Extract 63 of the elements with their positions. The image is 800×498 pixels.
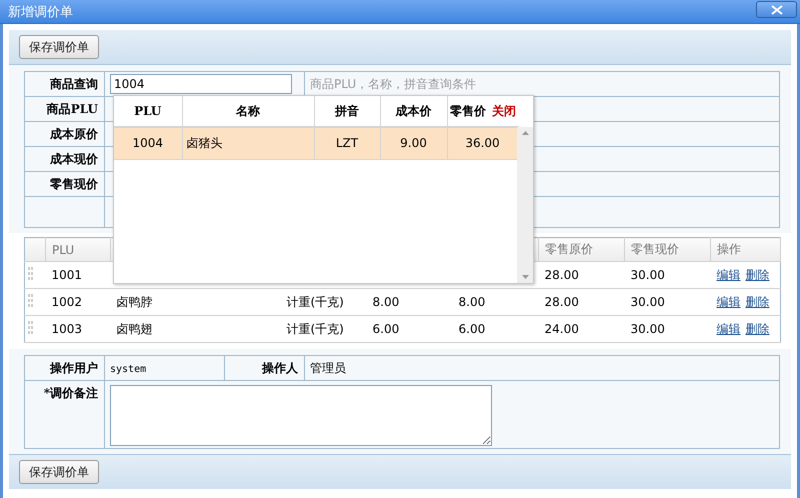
save-button[interactable]: 保存调价单 <box>19 35 99 59</box>
field-label: 操作用户 <box>24 356 104 380</box>
table-cell: 6.00 <box>458 322 486 336</box>
table-cell: 30.00 <box>630 268 665 282</box>
window-title: 新增调价单 <box>8 4 73 20</box>
table-cell: 8.00 <box>372 295 400 309</box>
row-action-link[interactable]: 编辑 <box>716 322 740 336</box>
field-value: 管理员 <box>310 360 346 374</box>
close-icon <box>770 4 782 14</box>
column-header: 名称 <box>236 104 260 118</box>
column-header: 零售原价 <box>545 242 593 256</box>
table-cell: 30.00 <box>630 322 665 336</box>
close-button[interactable] <box>756 1 797 18</box>
table-cell: 卤鸭脖 <box>116 294 152 308</box>
drag-handle-icon[interactable] <box>28 294 34 308</box>
table-cell: 36.00 <box>465 136 500 150</box>
row-action-link[interactable]: 删除 <box>746 322 770 336</box>
field-value: system <box>110 364 146 375</box>
search-field[interactable]: 1004 <box>110 74 292 94</box>
table-cell: 8.00 <box>458 295 486 309</box>
scrollbar[interactable] <box>517 127 533 283</box>
column-header: PLU <box>134 104 162 118</box>
note-field[interactable] <box>110 385 492 446</box>
table-cell: 计重(千克) <box>286 294 344 308</box>
column-header: 零售现价 <box>631 242 679 256</box>
table-cell: 28.00 <box>544 295 579 309</box>
table-cell: 24.00 <box>544 322 579 336</box>
table-cell: 1002 <box>52 295 82 309</box>
field-label: 操作人 <box>224 356 304 380</box>
table-cell: LZT <box>336 136 358 150</box>
row-action-link[interactable]: 编辑 <box>716 294 740 308</box>
table-cell: 30.00 <box>630 295 665 309</box>
field-label: 商品查询 <box>24 72 104 96</box>
scroll-down-icon[interactable] <box>522 275 528 279</box>
field-label: 零售现价 <box>24 172 104 196</box>
field-label: 成本原价 <box>24 122 104 146</box>
table-cell: 9.00 <box>400 136 427 150</box>
save-button[interactable]: 保存调价单 <box>19 460 99 484</box>
result-row[interactable]: 1004 卤猪头 LZT 9.00 36.00 <box>114 127 518 159</box>
drag-handle-icon[interactable] <box>28 320 34 334</box>
row-action-link[interactable]: 删除 <box>746 268 770 282</box>
table-cell: 卤猪头 <box>186 136 222 150</box>
table-cell: 6.00 <box>372 322 400 336</box>
table-cell: 28.00 <box>544 268 579 282</box>
row-action-link[interactable]: 编辑 <box>716 268 740 282</box>
column-header: 成本价 <box>396 104 432 118</box>
table-cell: 1003 <box>52 322 82 336</box>
table-cell: 计重(千克) <box>286 322 344 336</box>
field-label: 商品PLU <box>24 96 104 122</box>
scroll-up-icon[interactable] <box>522 131 528 135</box>
row-action-link[interactable]: 删除 <box>746 294 770 308</box>
table-cell: 1001 <box>52 268 82 282</box>
column-header: 拼音 <box>335 104 359 118</box>
table-cell: 1004 <box>132 136 164 150</box>
column-header: 操作 <box>717 242 741 256</box>
search-hint: 商品PLU，名称，拼音查询条件 <box>310 76 476 90</box>
table-cell: 卤鸭翅 <box>116 322 152 336</box>
field-label: *调价备注 <box>24 380 104 448</box>
drag-handle-icon[interactable] <box>28 266 34 280</box>
field-label: 成本现价 <box>24 146 104 172</box>
column-header: 零售价 <box>450 104 486 118</box>
close-link[interactable]: 关闭 <box>492 104 516 118</box>
column-header: PLU <box>52 242 74 256</box>
